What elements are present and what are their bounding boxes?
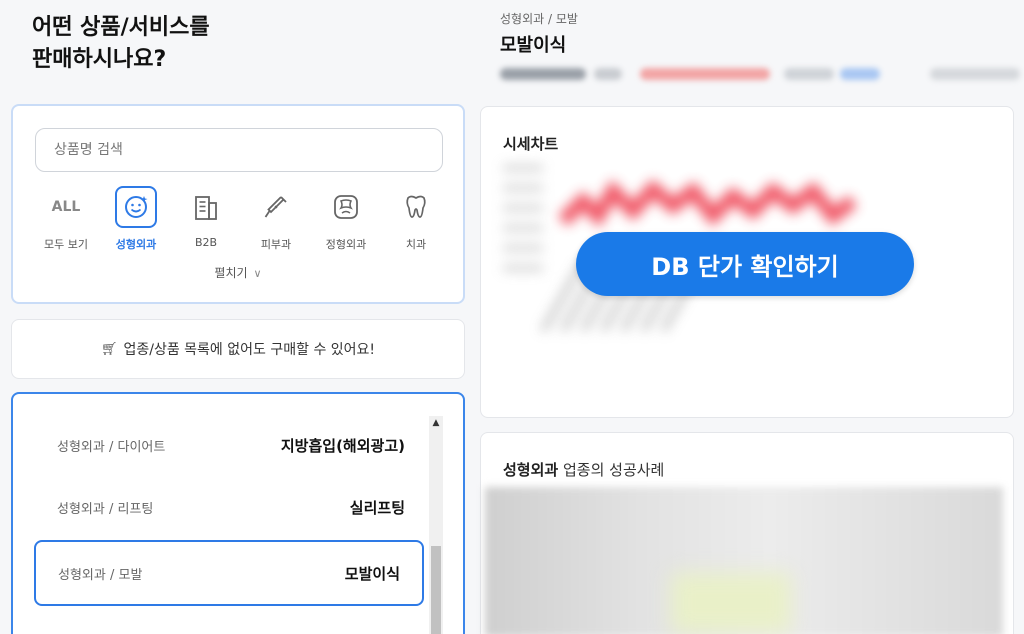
- list-item-category: 성형외과 / 다이어트: [57, 439, 166, 455]
- category-dermatology[interactable]: 피부과: [241, 186, 311, 252]
- category-b2b[interactable]: B2B: [171, 186, 241, 252]
- notice-banner[interactable]: 🛒︎ 업종/상품 목록에 없어도 구매할 수 있어요!: [12, 320, 464, 378]
- breadcrumb: 성형외과 / 모발: [500, 12, 578, 26]
- page-heading: 어떤 상품/서비스를 판매하시나요?: [32, 12, 332, 76]
- price-chart-card: 시세차트 DB 단가 확인하기: [480, 106, 1014, 418]
- product-search-input[interactable]: 상품명 검색: [35, 128, 443, 172]
- category-label: 정형외과: [325, 238, 367, 251]
- list-item-category: 성형외과 / 리프팅: [57, 501, 154, 517]
- syringe-icon: [255, 186, 297, 228]
- left-panel: 어떤 상품/서비스를 판매하시나요? 상품명 검색 ALL 모두 보기 성형외과…: [0, 0, 476, 634]
- cases-title-category: 성형외과: [503, 461, 559, 479]
- list-scrollbar[interactable]: ▲: [429, 416, 443, 634]
- category-dentistry[interactable]: 치과: [381, 186, 451, 252]
- tooth-icon: [395, 186, 437, 228]
- list-item[interactable]: 성형외과 / 리프팅 실리프팅: [35, 476, 427, 538]
- cases-title: 성형외과 업종의 성공사례: [503, 459, 664, 480]
- list-item-name: 실리프팅: [349, 498, 405, 517]
- category-plastic-surgery[interactable]: 성형외과: [101, 186, 171, 252]
- cases-title-rest: 업종의 성공사례: [558, 461, 665, 479]
- cart-icon: 🛒︎: [100, 341, 118, 357]
- category-all[interactable]: ALL 모두 보기: [31, 186, 101, 252]
- list-item[interactable]: 성형외과 / 다이어트 지방흡입(해외광고): [35, 414, 427, 476]
- category-tabs: ALL 모두 보기 성형외과 B2B 피부과 정형외과 치과: [31, 186, 451, 252]
- list-item-name: 지방흡입(해외광고): [280, 436, 405, 455]
- bone-icon: [325, 186, 367, 228]
- success-cases-card: 성형외과 업종의 성공사례: [480, 432, 1014, 634]
- category-orthopedics[interactable]: 정형외과: [311, 186, 381, 252]
- expand-categories-button[interactable]: 펼치기 ∨: [13, 264, 463, 281]
- detail-panel: 성형외과 / 모발 모발이식 시세차트 DB 단가 확인하기 성형외과 업종의 …: [476, 0, 1024, 634]
- notice-card: 🛒︎ 업종/상품 목록에 없어도 구매할 수 있어요!: [11, 319, 465, 379]
- category-label: 치과: [405, 238, 427, 251]
- list-item-name: 모발이식: [344, 564, 400, 583]
- smile-face-icon: [115, 186, 157, 228]
- expand-label: 펼치기: [214, 266, 248, 280]
- category-search-card: 상품명 검색 ALL 모두 보기 성형외과 B2B 피부과 정형외과 치과 펼치…: [11, 104, 465, 304]
- chart-title: 시세차트: [503, 135, 559, 153]
- category-label: 성형외과: [115, 238, 157, 251]
- product-list-card: 성형외과 / 다이어트 지방흡입(해외광고) 성형외과 / 리프팅 실리프팅 성…: [11, 392, 465, 634]
- chevron-down-icon: ∨: [253, 267, 262, 280]
- scrollbar-thumb[interactable]: [431, 546, 441, 634]
- notice-text: 업종/상품 목록에 없어도 구매할 수 있어요!: [123, 342, 376, 358]
- list-item-selected[interactable]: 성형외과 / 모발 모발이식: [34, 540, 424, 606]
- heading-line-1: 어떤 상품/서비스를: [32, 15, 210, 40]
- category-label: 피부과: [260, 238, 292, 251]
- product-title: 모발이식: [500, 35, 567, 56]
- list-item-category: 성형외과 / 모발: [58, 567, 143, 583]
- check-db-price-button[interactable]: DB 단가 확인하기: [576, 232, 914, 296]
- blurred-stats: [500, 62, 1020, 86]
- scroll-up-arrow-icon[interactable]: ▲: [429, 416, 443, 430]
- building-icon: [185, 186, 227, 228]
- category-label: 모두 보기: [44, 238, 88, 251]
- heading-line-2: 판매하시나요?: [32, 47, 167, 72]
- category-label: B2B: [194, 236, 218, 249]
- all-icon: ALL: [51, 199, 81, 215]
